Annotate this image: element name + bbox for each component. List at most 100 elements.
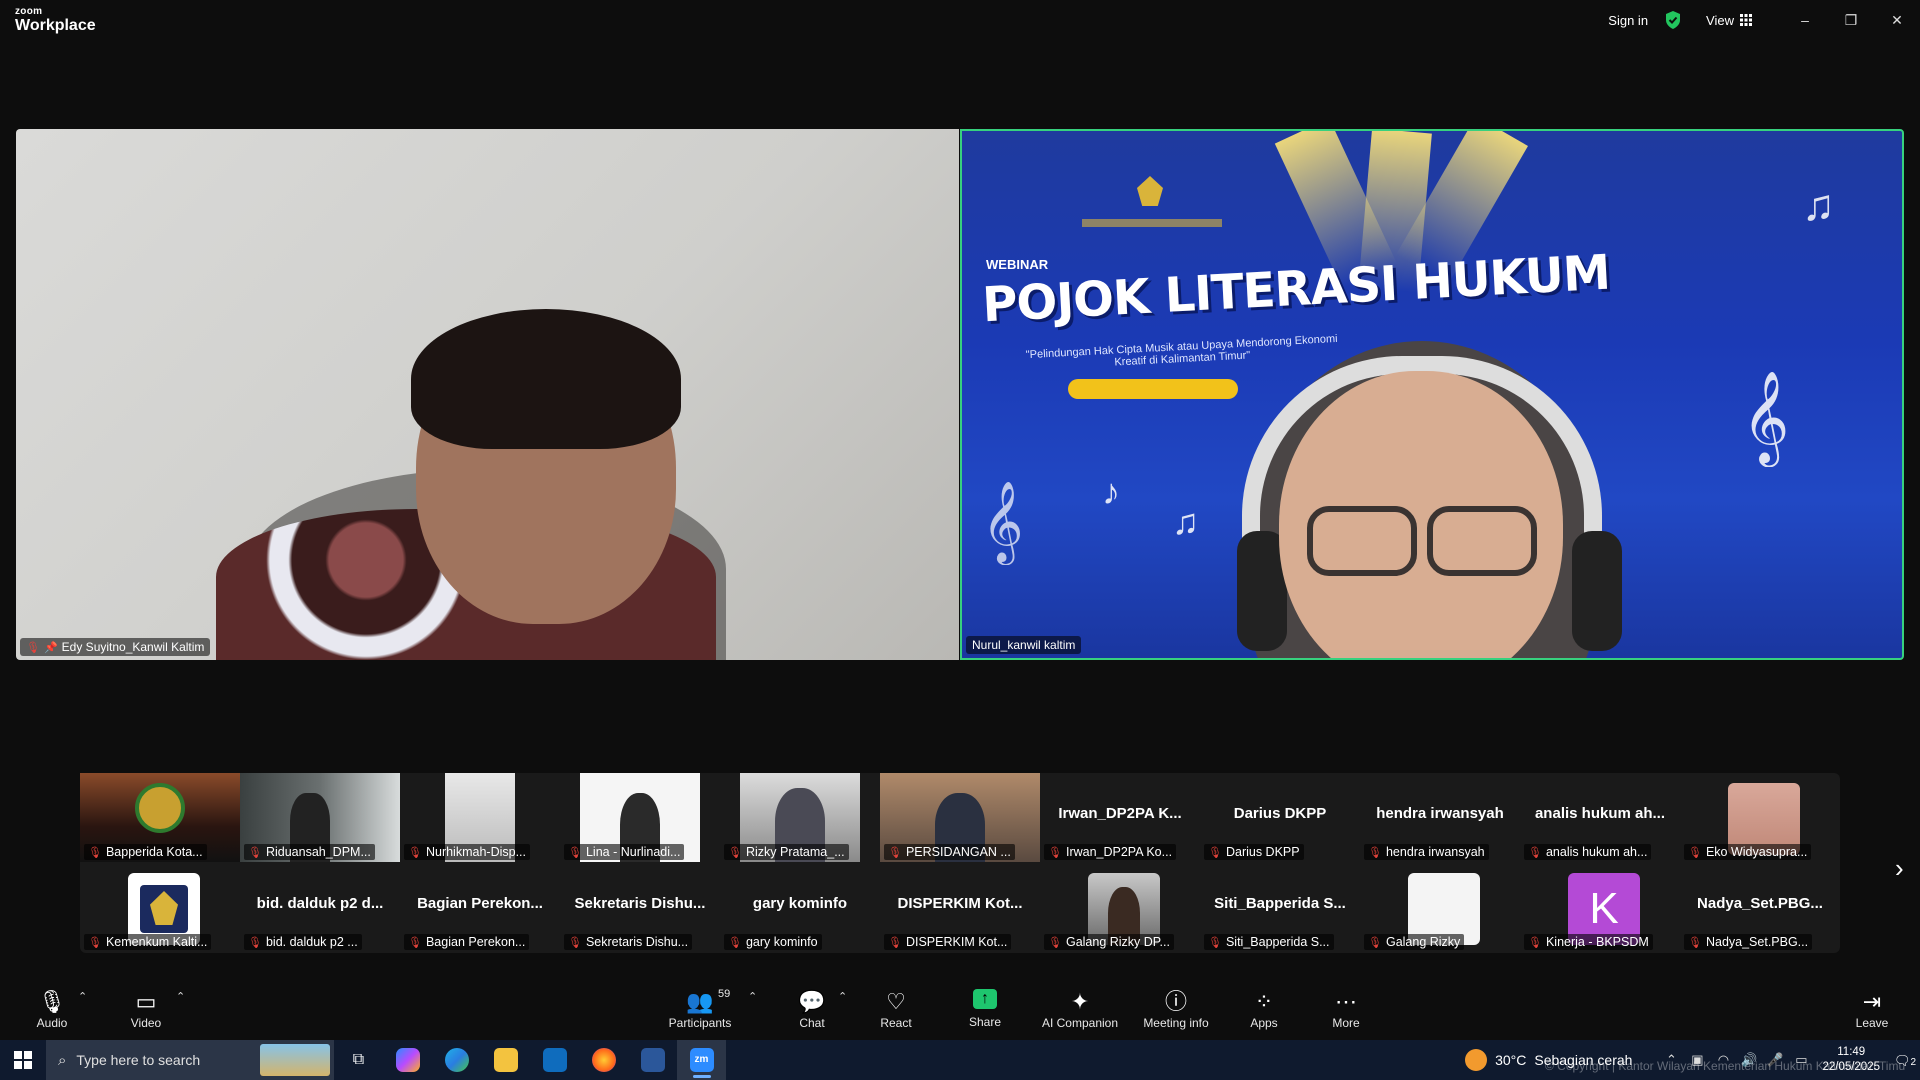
participant-big-name: Siti_Bapperida S... <box>1214 895 1346 912</box>
mic-muted-icon: 🎙 <box>888 936 902 949</box>
meeting-info-button[interactable]: ⓘ Meeting info <box>1140 978 1212 1040</box>
gallery-next-chevron-icon[interactable]: › <box>1895 853 1904 884</box>
gallery-tile[interactable]: K 🎙 Kinerja - BKPSDM <box>1520 863 1680 952</box>
more-button[interactable]: ⋯ More <box>1326 978 1366 1040</box>
gallery-name-tag: 🎙 gary kominfo <box>724 934 822 950</box>
audio-button[interactable]: 🎙 Audio <box>30 978 74 1040</box>
video-options-caret-icon[interactable]: ⌃ <box>176 990 185 1003</box>
participants-button[interactable]: 👥 59 Participants <box>664 978 736 1040</box>
security-shield-icon[interactable] <box>1664 10 1682 30</box>
windows-start-icon[interactable] <box>0 1040 46 1080</box>
gallery-tile[interactable]: Nadya_Set.PBG... 🎙 Nadya_Set.PBG... <box>1680 863 1840 952</box>
more-label: More <box>1332 1016 1360 1030</box>
sign-in-link[interactable]: Sign in <box>1608 13 1648 28</box>
music-note-icon: ♫ <box>1172 501 1199 542</box>
mic-muted-icon: 🎙 <box>728 936 742 949</box>
gallery-tile[interactable]: 🎙 PERSIDANGAN ... <box>880 773 1040 862</box>
video-tile-edy[interactable]: 🎙 📌 Edy Suyitno_Kanwil Kaltim <box>16 129 959 660</box>
participant-big-name: Sekretaris Dishu... <box>574 895 706 912</box>
firefox-icon[interactable] <box>579 1040 628 1080</box>
gallery-tile[interactable]: gary kominfo 🎙 gary kominfo <box>720 863 880 952</box>
gallery-tile[interactable]: 🎙 Rizky Pratama_... <box>720 773 880 862</box>
audio-label: Audio <box>36 1016 68 1030</box>
participant-big-name: analis hukum ah... <box>1534 805 1666 822</box>
mic-muted-icon: 🎙 <box>728 846 742 859</box>
meeting-toolbar: 🎙 Audio ⌃ ▭ Video ⌃ 👥 59 Participants ⌃ … <box>0 978 1920 1040</box>
react-label: React <box>880 1016 912 1030</box>
word-icon[interactable] <box>628 1040 677 1080</box>
slide-title: POJOK LITERASI HUKUM <box>980 244 1612 334</box>
leave-button[interactable]: ⇥ Leave <box>1852 978 1892 1040</box>
apps-label: Apps <box>1250 1016 1278 1030</box>
view-button[interactable]: View <box>1706 13 1752 28</box>
zoom-taskbar-icon[interactable]: zm <box>677 1040 726 1080</box>
react-button[interactable]: ♡ React <box>874 978 918 1040</box>
brand-big: Workplace <box>15 17 96 34</box>
participant-big-name: DISPERKIM Kot... <box>897 895 1023 912</box>
gallery-tile[interactable]: Bagian Perekon... 🎙 Bagian Perekon... <box>400 863 560 952</box>
video-tile-nurul[interactable]: WEBINAR POJOK LITERASI HUKUM "Pelindunga… <box>960 129 1904 660</box>
leave-door-icon: ⇥ <box>1862 989 1882 1014</box>
mic-muted-icon: 🎙 <box>1208 846 1222 859</box>
mic-muted-icon: 🎙 <box>1048 846 1062 859</box>
gallery-tile[interactable]: 🎙 Eko Widyasupra... <box>1680 773 1840 862</box>
gallery-name-tag: 🎙 Riduansah_DPM... <box>244 844 375 860</box>
gallery-tile[interactable]: analis hukum ah... 🎙 analis hukum ah... <box>1520 773 1680 862</box>
file-explorer-icon[interactable] <box>481 1040 530 1080</box>
share-button[interactable]: ↑ Share <box>960 978 1010 1040</box>
gallery-tile[interactable]: 🎙 Lina - Nurlinadi... <box>560 773 720 862</box>
minimize-button[interactable]: – <box>1782 0 1828 40</box>
gallery-tile[interactable]: 🎙 Riduansah_DPM... <box>240 773 400 862</box>
taskbar-search-input[interactable]: ⌕ Type here to search <box>46 1040 334 1080</box>
gallery-tile[interactable]: 🎙 Bapperida Kota... <box>80 773 240 862</box>
search-icon: ⌕ <box>58 1051 67 1069</box>
copilot-icon[interactable] <box>383 1040 432 1080</box>
gallery-name-tag: 🎙 Rizky Pratama_... <box>724 844 849 860</box>
weather-temp: 30°C <box>1495 1052 1527 1068</box>
apps-button[interactable]: ⁘ Apps <box>1244 978 1284 1040</box>
chat-icon: 💬 <box>798 989 826 1014</box>
gallery-tile[interactable]: Darius DKPP 🎙 Darius DKPP <box>1200 773 1360 862</box>
meeting-info-label: Meeting info <box>1143 1016 1209 1030</box>
gallery-name-tag: 🎙 Galang Rizky DP... <box>1044 934 1174 950</box>
restore-button[interactable]: ❐ <box>1828 0 1874 40</box>
gallery-tile[interactable]: Sekretaris Dishu... 🎙 Sekretaris Dishu... <box>560 863 720 952</box>
gallery-name-tag: 🎙 Siti_Bapperida S... <box>1204 934 1334 950</box>
mic-muted-icon: 🎙 <box>1208 936 1222 949</box>
view-label: View <box>1706 12 1734 28</box>
gallery-tile[interactable]: hendra irwansyah 🎙 hendra irwansyah <box>1360 773 1520 862</box>
gallery-tile[interactable]: DISPERKIM Kot... 🎙 DISPERKIM Kot... <box>880 863 1040 952</box>
task-view-icon[interactable]: ⧉ <box>334 1040 383 1080</box>
audio-options-caret-icon[interactable]: ⌃ <box>78 990 87 1003</box>
participant-big-name: bid. dalduk p2 d... <box>256 895 384 912</box>
ai-companion-label: AI Companion <box>1041 1016 1119 1030</box>
gallery-tile[interactable]: 🎙 Kemenkum Kalti... <box>80 863 240 952</box>
outlook-icon[interactable] <box>530 1040 579 1080</box>
title-bar: zoom Workplace Sign in View – ❐ ✕ <box>0 0 1920 44</box>
gallery-tile[interactable]: 🎙 Galang Rizky <box>1360 863 1520 952</box>
gallery-tile[interactable]: Irwan_DP2PA K... 🎙 Irwan_DP2PA Ko... <box>1040 773 1200 862</box>
chat-label: Chat <box>799 1016 825 1030</box>
participant-big-name: hendra irwansyah <box>1376 805 1504 822</box>
mic-muted-icon: 🎙 <box>408 936 422 949</box>
gallery-name-tag: 🎙 Sekretaris Dishu... <box>564 934 693 950</box>
gallery-name-tag: 🎙 hendra irwansyah <box>1364 844 1489 860</box>
participants-options-caret-icon[interactable]: ⌃ <box>748 990 757 1003</box>
chat-button[interactable]: 💬 Chat <box>790 978 834 1040</box>
ministry-emblem-icon <box>1137 176 1163 206</box>
gallery-name-tag: 🎙 Irwan_DP2PA Ko... <box>1044 844 1177 860</box>
participants-count: 59 <box>718 988 731 1000</box>
ai-companion-button[interactable]: ✦ AI Companion <box>1036 978 1124 1040</box>
chat-options-caret-icon[interactable]: ⌃ <box>838 990 847 1003</box>
apps-icon: ⁘ <box>1254 989 1274 1014</box>
share-label: Share <box>968 1015 1002 1029</box>
gallery-tile[interactable]: 🎙 Galang Rizky DP... <box>1040 863 1200 952</box>
video-button[interactable]: ▭ Video <box>124 978 168 1040</box>
edge-icon[interactable] <box>432 1040 481 1080</box>
gallery-tile[interactable]: Siti_Bapperida S... 🎙 Siti_Bapperida S... <box>1200 863 1360 952</box>
gallery-tile[interactable]: bid. dalduk p2 d... 🎙 bid. dalduk p2 ... <box>240 863 400 952</box>
gallery-name-tag: 🎙 Nurhikmah-Disp... <box>404 844 530 860</box>
participants-label: Participants <box>668 1016 732 1030</box>
close-button[interactable]: ✕ <box>1874 0 1920 40</box>
gallery-tile[interactable]: 🎙 Nurhikmah-Disp... <box>400 773 560 862</box>
